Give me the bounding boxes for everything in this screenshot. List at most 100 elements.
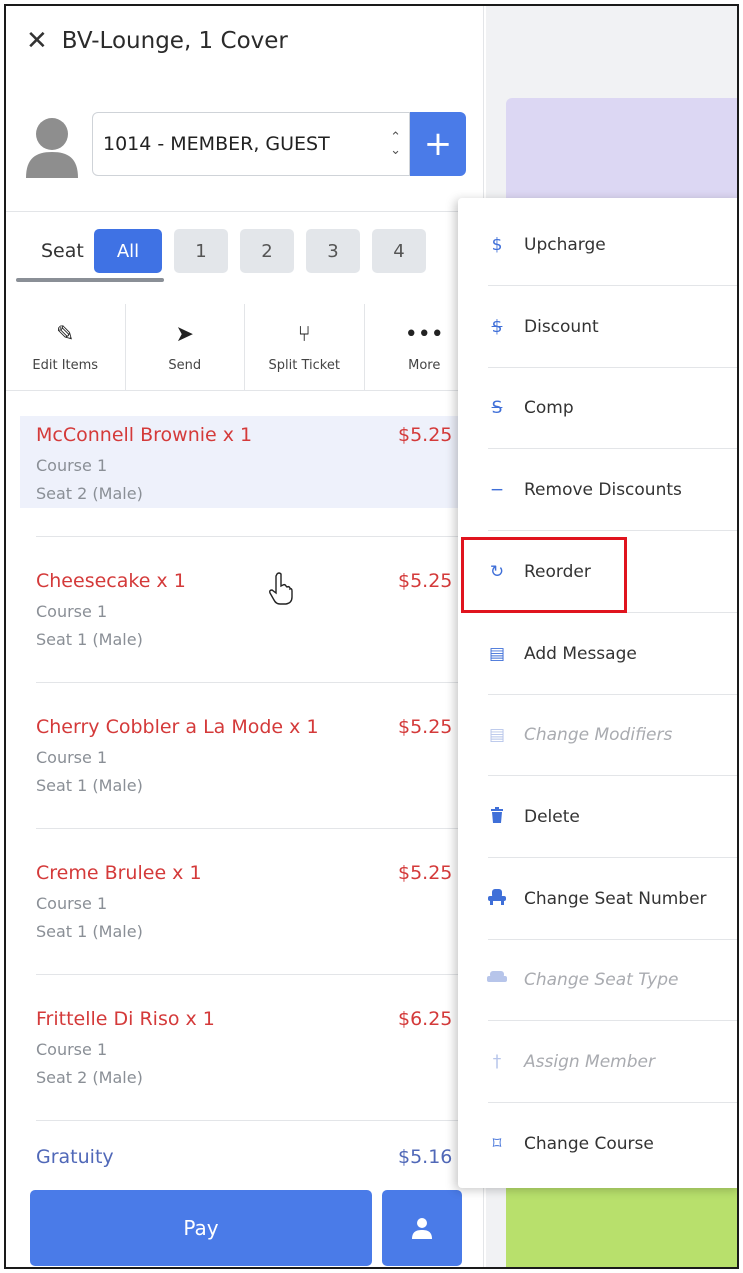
split-icon: ⑂ (297, 321, 311, 347)
menu-item-label: Change Modifiers (524, 725, 673, 745)
menu-item-comp[interactable]: S Comp (458, 367, 737, 449)
list-item[interactable]: McConnell Brownie x 1 $5.25 Course 1 Sea… (6, 416, 486, 562)
menu-item-label: Change Seat Number (524, 889, 707, 909)
select-arrows-icon: ⌃ ⌄ (390, 130, 401, 158)
reorder-highlight-box (461, 537, 627, 613)
customer-button[interactable] (382, 1190, 462, 1266)
menu-item-upcharge[interactable]: $ Upcharge (458, 204, 737, 286)
background-card (506, 1186, 737, 1267)
item-price: $5.25 (398, 570, 453, 592)
item-course: Course 1 (36, 748, 108, 767)
menu-item-label: Add Message (524, 644, 637, 664)
member-select[interactable]: 1014 - MEMBER, GUEST ⌃ ⌄ (92, 112, 410, 176)
close-icon[interactable]: ✕ (26, 28, 48, 54)
menu-item-label: Change Course (524, 1134, 654, 1154)
dollar-icon: $ (491, 235, 503, 255)
menu-item-label: Discount (524, 317, 599, 337)
item-name: Cherry Cobbler a La Mode x 1 (36, 716, 319, 738)
item-price: $6.25 (398, 1008, 453, 1030)
add-member-button[interactable]: + (410, 112, 466, 176)
edit-items-button[interactable]: ✎ Edit Items (6, 304, 126, 390)
item-price: $5.25 (398, 716, 453, 738)
seat-scrollbar[interactable] (16, 278, 164, 282)
list-item[interactable]: Cheesecake x 1 $5.25 Course 1 Seat 1 (Ma… (6, 562, 486, 708)
item-seat: Seat 2 (Male) (36, 484, 143, 503)
item-course: Course 1 (36, 1040, 108, 1059)
ticket-title: BV-Lounge, 1 Cover (61, 28, 288, 54)
person-icon (412, 1218, 432, 1239)
send-label: Send (168, 357, 202, 373)
pay-button[interactable]: Pay (30, 1190, 372, 1266)
item-name: McConnell Brownie x 1 (36, 424, 253, 446)
split-ticket-label: Split Ticket (268, 357, 340, 373)
seat-tab-all[interactable]: All (94, 229, 162, 273)
menu-item-change-modifiers[interactable]: ▤ Change Modifiers (458, 694, 737, 776)
comp-icon: S (491, 398, 503, 418)
discount-icon: $ (491, 317, 503, 337)
item-price: $5.25 (398, 424, 453, 446)
divider (36, 536, 486, 537)
item-name: Frittelle Di Riso x 1 (36, 1008, 215, 1030)
member-select-value: 1014 - MEMBER, GUEST (103, 133, 330, 155)
item-course: Course 1 (36, 894, 108, 913)
order-items-list: McConnell Brownie x 1 $5.25 Course 1 Sea… (6, 416, 486, 1146)
trash-icon (486, 806, 508, 828)
item-course: Course 1 (36, 602, 108, 621)
avatar (26, 118, 78, 178)
gratuity-amount: $5.16 (398, 1146, 453, 1168)
list-item[interactable]: Creme Brulee x 1 $5.25 Course 1 Seat 1 (… (6, 854, 486, 1000)
item-course: Course 1 (36, 456, 108, 475)
menu-item-add-message[interactable]: ▤ Add Message (458, 613, 737, 695)
menu-item-change-seat-number[interactable]: Change Seat Number (458, 858, 737, 940)
menu-item-change-course[interactable]: ⌑ Change Course (458, 1103, 737, 1185)
course-icon: ⌑ (492, 1134, 502, 1154)
divider (6, 390, 484, 391)
minus-icon: − (489, 480, 505, 500)
item-seat: Seat 1 (Male) (36, 630, 143, 649)
list-item[interactable]: Frittelle Di Riso x 1 $6.25 Course 1 Sea… (6, 1000, 486, 1146)
seat-tab-4[interactable]: 4 (372, 229, 426, 273)
seat-tab-2[interactable]: 2 (240, 229, 294, 273)
member-icon: † (492, 1052, 502, 1072)
send-button[interactable]: ➤ Send (126, 304, 245, 390)
menu-item-change-seat-type[interactable]: Change Seat Type (458, 939, 737, 1021)
menu-item-discount[interactable]: $ Discount (458, 286, 737, 368)
seat-tab-3[interactable]: 3 (306, 229, 360, 273)
more-label: More (408, 357, 441, 373)
item-price: $5.25 (398, 862, 453, 884)
hand-cursor-icon (269, 572, 293, 605)
ticket-panel: ✕ BV-Lounge, 1 Cover 1014 - MEMBER, GUES… (6, 6, 486, 1267)
divider (6, 211, 484, 212)
divider (36, 974, 486, 975)
menu-item-label: Delete (524, 807, 580, 827)
modifiers-icon: ▤ (488, 725, 506, 745)
divider (36, 828, 486, 829)
item-seat: Seat 1 (Male) (36, 922, 143, 941)
background-card (506, 98, 737, 213)
ticket-header: ✕ BV-Lounge, 1 Cover (26, 28, 288, 54)
seat-label: Seat (41, 240, 84, 262)
menu-item-label: Remove Discounts (524, 480, 682, 500)
edit-items-label: Edit Items (32, 357, 99, 373)
send-icon: ➤ (175, 321, 194, 347)
menu-item-label: Change Seat Type (524, 970, 679, 990)
list-item[interactable]: Cherry Cobbler a La Mode x 1 $5.25 Cours… (6, 708, 486, 854)
item-name: Cheesecake x 1 (36, 570, 186, 592)
seat-tabs: Seat All 1 2 3 4 (6, 228, 438, 274)
seat-tab-1[interactable]: 1 (174, 229, 228, 273)
menu-item-label: Upcharge (524, 235, 606, 255)
more-menu: $ Upcharge $ Discount S Comp − Remove Di… (458, 198, 737, 1188)
item-seat: Seat 1 (Male) (36, 776, 143, 795)
split-ticket-button[interactable]: ⑂ Split Ticket (245, 304, 365, 390)
divider (36, 1120, 486, 1121)
divider (36, 682, 486, 683)
item-name: Creme Brulee x 1 (36, 862, 202, 884)
app-frame: ✕ BV-Lounge, 1 Cover 1014 - MEMBER, GUES… (4, 4, 739, 1269)
seat-type-icon (486, 970, 508, 990)
menu-item-assign-member[interactable]: † Assign Member (458, 1021, 737, 1103)
action-toolbar: ✎ Edit Items ➤ Send ⑂ Split Ticket ••• M… (6, 304, 484, 390)
menu-item-remove-discounts[interactable]: − Remove Discounts (458, 449, 737, 531)
message-icon: ▤ (488, 644, 506, 664)
seat-icon (486, 888, 508, 910)
menu-item-delete[interactable]: Delete (458, 776, 737, 858)
